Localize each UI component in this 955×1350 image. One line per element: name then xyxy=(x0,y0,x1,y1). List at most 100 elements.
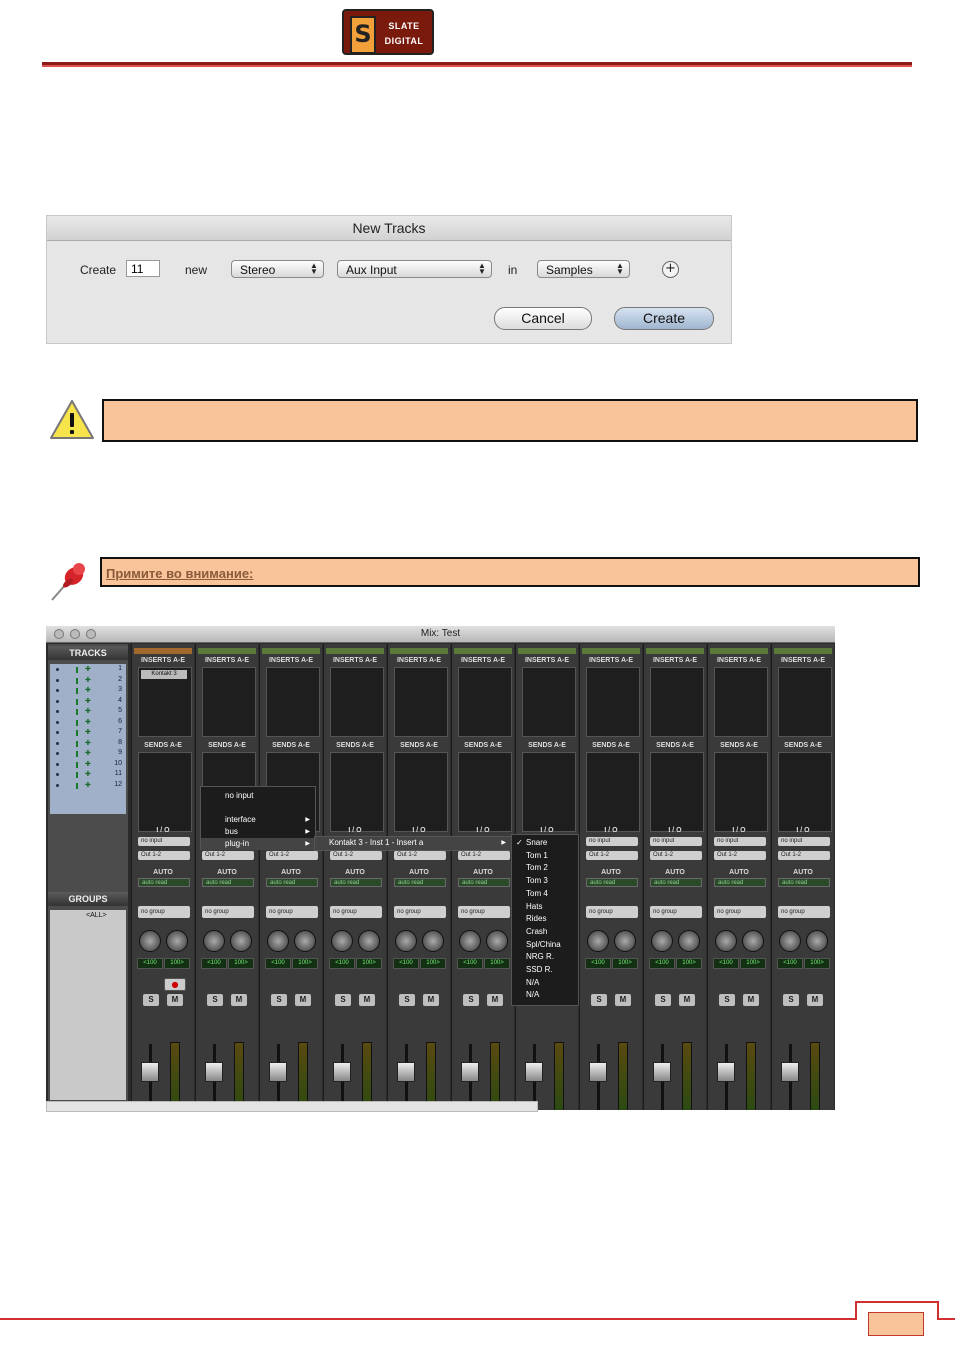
create-button[interactable]: Create xyxy=(614,307,714,330)
volume-fader[interactable] xyxy=(653,1062,671,1082)
pan-left-knob[interactable] xyxy=(267,930,289,952)
inserts-slots[interactable] xyxy=(458,667,512,737)
mute-button[interactable]: M xyxy=(615,994,631,1006)
volume-fader[interactable] xyxy=(269,1062,287,1082)
track-visible-dot[interactable] xyxy=(56,762,59,766)
group-selector[interactable]: no group xyxy=(330,906,382,918)
solo-button[interactable]: S xyxy=(143,994,159,1006)
track-row[interactable]: ✚ 9 xyxy=(50,749,126,758)
input-menu-item[interactable]: plug-in ▶ xyxy=(201,838,315,850)
groups-all-item[interactable]: <ALL> xyxy=(86,912,107,919)
sends-slots[interactable] xyxy=(650,752,704,832)
track-visible-dot[interactable] xyxy=(56,689,59,692)
pan-right-knob[interactable] xyxy=(742,930,764,952)
solo-button[interactable]: S xyxy=(655,994,671,1006)
pan-left-knob[interactable] xyxy=(331,930,353,952)
track-row[interactable]: ✚ 8 xyxy=(50,739,126,748)
track-row[interactable]: ✚ 6 xyxy=(50,718,126,727)
solo-button[interactable]: S xyxy=(271,994,287,1006)
pan-right-knob[interactable] xyxy=(614,930,636,952)
track-visible-dot[interactable] xyxy=(56,741,59,745)
volume-fader[interactable] xyxy=(333,1062,351,1082)
inserts-slots[interactable] xyxy=(330,667,384,737)
track-visible-dot[interactable] xyxy=(56,783,59,787)
solo-button[interactable]: S xyxy=(207,994,223,1006)
solo-button[interactable]: S xyxy=(783,994,799,1006)
pan-right-knob[interactable] xyxy=(166,930,188,952)
pan-left-knob[interactable] xyxy=(395,930,417,952)
output-selector[interactable]: Out 1-2 xyxy=(202,851,254,860)
plugin-submenu-item[interactable]: Kontakt 3 - Inst 1 - Insert a ▶ xyxy=(315,837,511,849)
group-selector[interactable]: no group xyxy=(266,906,318,918)
mute-button[interactable]: M xyxy=(743,994,759,1006)
input-selector[interactable]: no input xyxy=(778,837,830,846)
automation-mode-selector[interactable]: auto read xyxy=(202,878,254,887)
pan-right-knob[interactable] xyxy=(230,930,252,952)
input-selector[interactable]: no input xyxy=(714,837,766,846)
inserts-slots[interactable] xyxy=(714,667,768,737)
sends-slots[interactable] xyxy=(522,752,576,832)
sends-slots[interactable] xyxy=(586,752,640,832)
mute-button[interactable]: M xyxy=(295,994,311,1006)
mute-button[interactable]: M xyxy=(167,994,183,1006)
solo-button[interactable]: S xyxy=(463,994,479,1006)
group-selector[interactable]: no group xyxy=(586,906,638,918)
inserts-slots[interactable] xyxy=(778,667,832,737)
group-selector[interactable]: no group xyxy=(394,906,446,918)
pan-left-knob[interactable] xyxy=(587,930,609,952)
cancel-button[interactable]: Cancel xyxy=(494,307,592,330)
mute-button[interactable]: M xyxy=(423,994,439,1006)
sends-slots[interactable] xyxy=(714,752,768,832)
automation-mode-selector[interactable]: auto read xyxy=(586,878,638,887)
add-row-button[interactable]: + xyxy=(662,261,679,278)
track-row[interactable]: ✚ 12 xyxy=(50,781,126,790)
output-selector[interactable]: Out 1-2 xyxy=(138,851,190,860)
group-selector[interactable]: no group xyxy=(650,906,702,918)
track-visible-dot[interactable] xyxy=(56,699,59,703)
volume-fader[interactable] xyxy=(461,1062,479,1082)
mute-button[interactable]: M xyxy=(487,994,503,1006)
inserts-slots[interactable] xyxy=(650,667,704,737)
output-name-item[interactable]: N/A xyxy=(512,977,578,989)
input-selector[interactable]: no input xyxy=(650,837,702,846)
group-selector[interactable]: no group xyxy=(778,906,830,918)
output-selector[interactable]: Out 1-2 xyxy=(650,851,702,860)
output-selector[interactable]: Out 1-2 xyxy=(266,851,318,860)
automation-mode-selector[interactable]: auto read xyxy=(330,878,382,887)
input-menu-item[interactable]: bus ▶ xyxy=(201,826,315,838)
output-name-item[interactable]: SSD R. xyxy=(512,964,578,976)
record-enable-button[interactable]: ● xyxy=(164,978,186,991)
pan-left-knob[interactable] xyxy=(715,930,737,952)
automation-mode-selector[interactable]: auto read xyxy=(138,878,190,887)
track-row[interactable]: ✚ 1 xyxy=(50,665,126,674)
output-name-item[interactable]: Tom 1 xyxy=(512,850,578,862)
pan-left-knob[interactable] xyxy=(459,930,481,952)
automation-mode-selector[interactable]: auto read xyxy=(650,878,702,887)
track-count-field[interactable]: 11 xyxy=(126,260,160,277)
output-selector[interactable]: Out 1-2 xyxy=(714,851,766,860)
inserts-slots[interactable] xyxy=(522,667,576,737)
automation-mode-selector[interactable]: auto read xyxy=(458,878,510,887)
output-name-item[interactable]: Crash xyxy=(512,926,578,938)
pan-right-knob[interactable] xyxy=(422,930,444,952)
solo-button[interactable]: S xyxy=(719,994,735,1006)
sends-slots[interactable] xyxy=(778,752,832,832)
output-name-item[interactable]: Tom 3 xyxy=(512,875,578,887)
output-selector[interactable]: Out 1-2 xyxy=(458,851,510,860)
track-format-select[interactable]: Stereo ▲ ▼ xyxy=(231,260,324,278)
volume-fader[interactable] xyxy=(141,1062,159,1082)
output-name-item[interactable]: N/A xyxy=(512,989,578,1001)
pan-left-knob[interactable] xyxy=(779,930,801,952)
mute-button[interactable]: M xyxy=(231,994,247,1006)
inserts-slots[interactable] xyxy=(586,667,640,737)
pan-right-knob[interactable] xyxy=(486,930,508,952)
group-selector[interactable]: no group xyxy=(138,906,190,918)
mixer-horizontal-scrollbar[interactable] xyxy=(46,1101,538,1112)
output-selector[interactable]: Out 1-2 xyxy=(394,851,446,860)
output-selector[interactable]: Out 1-2 xyxy=(778,851,830,860)
volume-fader[interactable] xyxy=(717,1062,735,1082)
output-selector[interactable]: Out 1-2 xyxy=(330,851,382,860)
output-name-item[interactable]: Tom 2 xyxy=(512,862,578,874)
group-selector[interactable]: no group xyxy=(458,906,510,918)
automation-mode-selector[interactable]: auto read xyxy=(778,878,830,887)
